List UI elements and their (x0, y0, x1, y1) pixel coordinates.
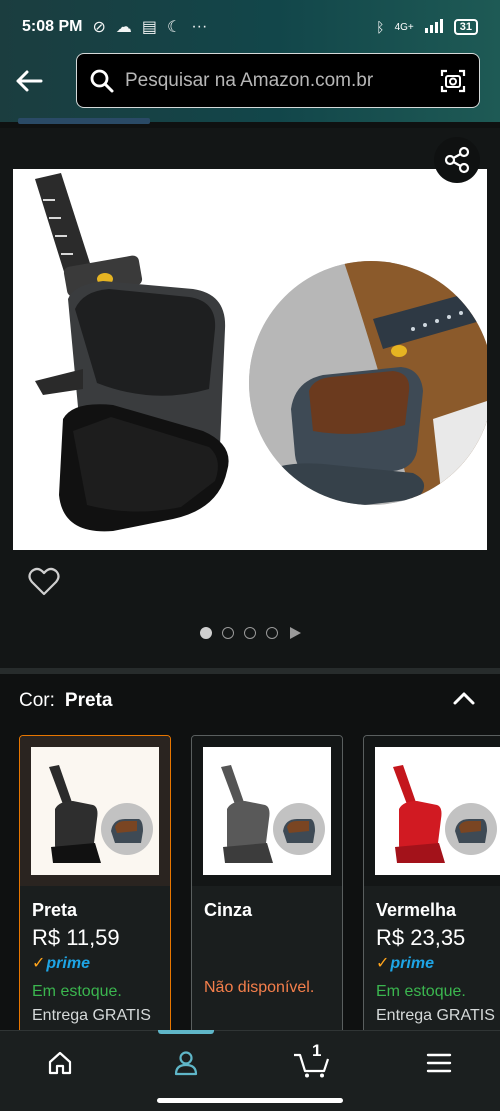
prime-badge: ✓prime (32, 955, 90, 972)
active-tab-indicator (158, 1030, 214, 1034)
signal-icon (424, 18, 444, 36)
wishlist-button[interactable] (28, 566, 60, 598)
variant-availability: Em estoque. (32, 983, 122, 1000)
cart-count-badge: 1 (312, 1041, 322, 1060)
header-bar: 5:08 PM ⊘ ☁ ▤ ☾ ··· ᛒ 4G+ 31 Pesquisar n… (0, 0, 500, 124)
variant-image (203, 747, 331, 875)
gesture-bar (157, 1098, 343, 1103)
person-icon (174, 1051, 198, 1076)
variant-image (375, 747, 500, 875)
variant-name: Preta (32, 900, 78, 920)
variant-image (31, 747, 159, 875)
header-ribbon (18, 118, 150, 124)
heart-icon (28, 567, 60, 596)
color-selector-header[interactable]: Cor: Preta (19, 690, 112, 712)
image-pagination (0, 627, 500, 639)
mute-icon: ⊘ (92, 19, 106, 36)
cloud-icon: ☁ (115, 19, 132, 36)
variant-availability: Em estoque. (376, 983, 466, 1000)
share-icon (444, 146, 470, 174)
status-time: 5:08 PM (22, 18, 83, 35)
section-divider (0, 668, 500, 674)
camera-search-icon[interactable] (439, 67, 467, 95)
search-bar[interactable]: Pesquisar na Amazon.com.br (76, 53, 480, 108)
search-input[interactable]: Pesquisar na Amazon.com.br (125, 70, 439, 92)
color-label: Cor: (19, 690, 55, 711)
variant-name: Vermelha (376, 900, 457, 920)
measuring-scoop-illustration (35, 173, 487, 532)
pagination-dot[interactable] (221, 627, 234, 639)
more-notifications-icon: ··· (191, 18, 208, 35)
bluetooth-icon: ᛒ (376, 19, 385, 35)
hamburger-menu-icon (426, 1053, 452, 1073)
search-icon (90, 69, 114, 92)
video-play-icon[interactable] (289, 627, 301, 639)
home-icon (48, 1051, 72, 1075)
selected-color: Preta (64, 690, 113, 711)
prime-check-icon: ✓ (32, 955, 46, 972)
moon-icon: ☾ (167, 19, 182, 36)
variant-price: R$ 23,35 (376, 925, 466, 950)
variant-price: R$ 11,59 (32, 925, 120, 950)
pagination-dot[interactable] (243, 627, 256, 639)
share-button[interactable] (434, 137, 480, 183)
back-button[interactable] (14, 64, 44, 98)
battery-indicator: 31 (453, 19, 478, 35)
product-image[interactable] (13, 169, 487, 550)
prime-badge: ✓prime (376, 955, 434, 972)
variant-shipping: Entrega GRATIS (376, 1007, 495, 1024)
status-bar: 5:08 PM ⊘ ☁ ▤ ☾ ··· ᛒ 4G+ 31 (0, 0, 500, 54)
arrow-left-icon (16, 70, 43, 92)
network-label: 4G+ (394, 21, 414, 33)
variant-name: Cinza (204, 900, 253, 920)
pagination-dot[interactable] (265, 627, 278, 639)
variant-availability: Não disponível. (204, 979, 315, 996)
variant-shipping: Entrega GRATIS (32, 1007, 151, 1024)
variant-card-cinza[interactable]: Cinza Não disponível. (191, 735, 343, 1045)
variant-card-vermelha[interactable]: Vermelha R$ 23,35 ✓prime Em estoque. Ent… (363, 735, 500, 1045)
chevron-up-icon[interactable] (452, 688, 476, 708)
variant-card-preta[interactable]: Preta R$ 11,59 ✓prime Em estoque. Entreg… (19, 735, 171, 1045)
prime-check-icon: ✓ (376, 955, 390, 972)
nav-menu[interactable] (409, 1045, 469, 1081)
pagination-dot[interactable] (199, 627, 212, 639)
message-icon: ▤ (141, 19, 157, 36)
nav-home[interactable] (30, 1045, 90, 1081)
color-variants: Preta R$ 11,59 ✓prime Em estoque. Entreg… (19, 735, 500, 1045)
nav-cart[interactable]: 1 (282, 1041, 342, 1081)
nav-account[interactable] (156, 1045, 216, 1081)
